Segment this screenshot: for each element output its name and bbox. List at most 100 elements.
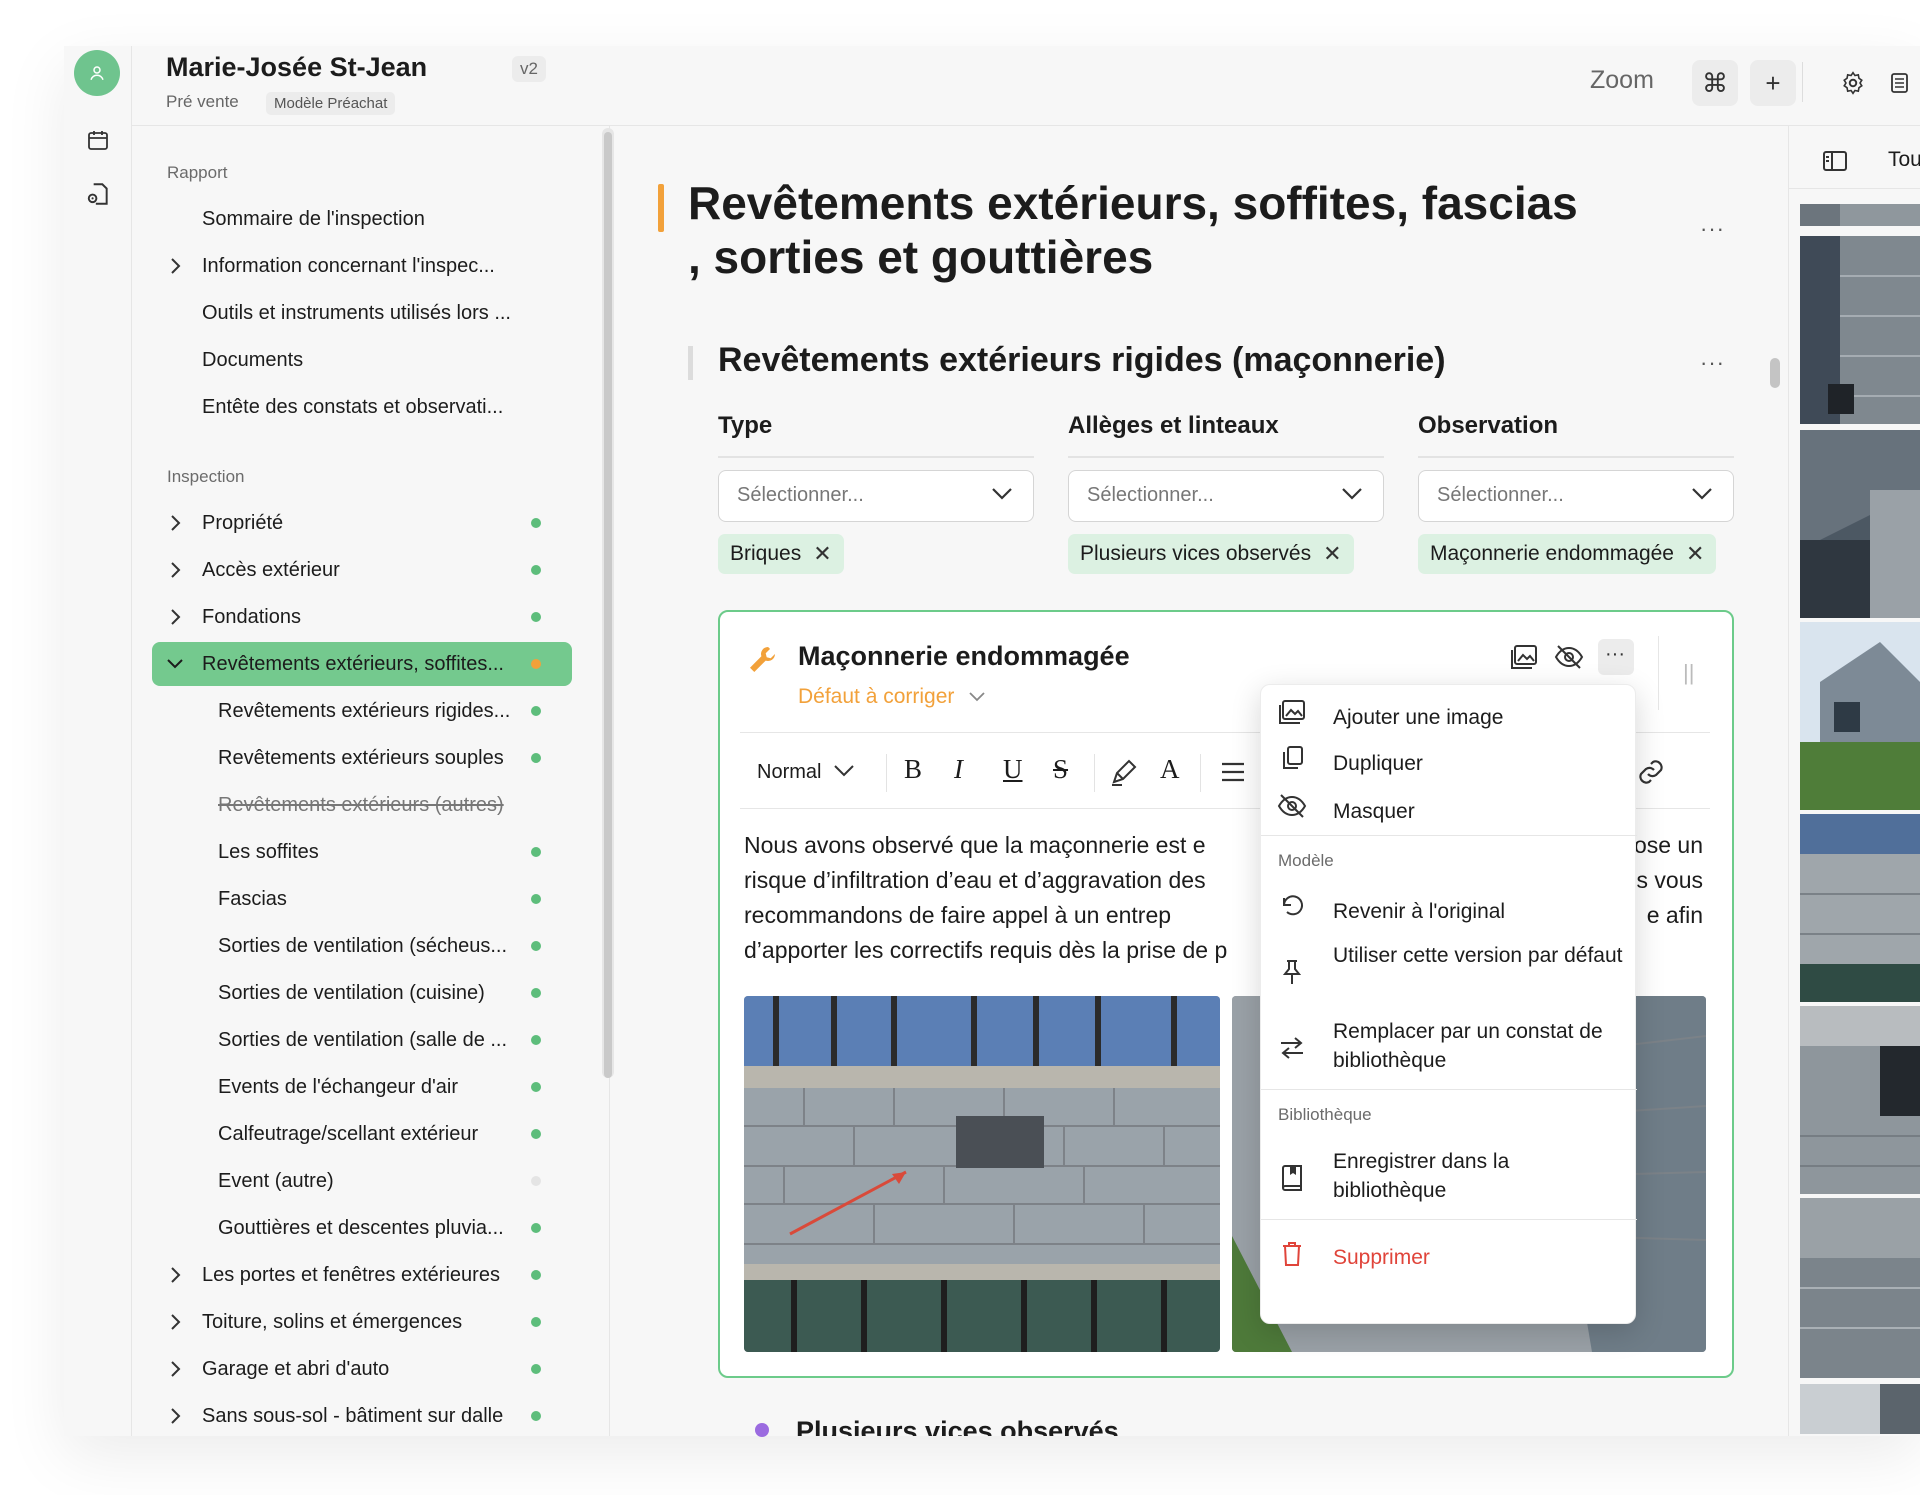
- panel-image-thumb[interactable]: [1800, 1006, 1920, 1194]
- card-more-button[interactable]: ···: [1598, 639, 1634, 675]
- nav-scrollbar-thumb[interactable]: [604, 132, 612, 1078]
- version-badge[interactable]: v2: [512, 56, 546, 82]
- next-finding-title[interactable]: Plusieurs vices observés: [796, 1416, 1119, 1436]
- user-icon: [90, 66, 104, 81]
- main-scrollbar-thumb[interactable]: [1770, 358, 1780, 388]
- drag-handle-icon[interactable]: ||: [1683, 660, 1694, 686]
- nav-item-acces-exterieur[interactable]: Accès extérieur: [152, 548, 572, 592]
- link-icon[interactable]: [1636, 758, 1666, 786]
- status-dot: [531, 988, 541, 998]
- status-dot: [531, 847, 541, 857]
- remove-chip-icon[interactable]: ✕: [1686, 541, 1704, 567]
- calendar-icon[interactable]: [84, 126, 112, 154]
- nav-item-soffites[interactable]: Les soffites: [152, 830, 572, 874]
- add-image-icon[interactable]: [1510, 644, 1538, 670]
- panel-image-thumb[interactable]: [1800, 1198, 1920, 1378]
- nav-item-portes-fenetres[interactable]: Les portes et fenêtres extérieures: [152, 1253, 572, 1297]
- user-avatar[interactable]: [74, 50, 120, 96]
- nav-item-label: Event (autre): [218, 1169, 334, 1192]
- nav-item-autres[interactable]: Revêtements extérieurs (autres): [152, 783, 572, 827]
- nav-item-event-autre[interactable]: Event (autre): [152, 1159, 572, 1203]
- align-icon[interactable]: [1220, 760, 1246, 784]
- highlighter-icon[interactable]: [1108, 758, 1138, 788]
- menu-item-hide[interactable]: Masquer: [1261, 791, 1637, 831]
- nav-item-documents[interactable]: Documents: [152, 338, 572, 382]
- menu-item-add-image[interactable]: Ajouter une image: [1261, 697, 1637, 737]
- chevron-right-icon[interactable]: [166, 514, 184, 532]
- finding-text-editor[interactable]: Nous avons observé que la maçonnerie est…: [744, 828, 1227, 968]
- subsection-more-button[interactable]: ···: [1700, 350, 1725, 376]
- section-more-button[interactable]: ···: [1700, 216, 1725, 242]
- nav-item-revetements-exterieurs[interactable]: Revêtements extérieurs, soffites...: [152, 642, 572, 686]
- field-underline: [1068, 456, 1384, 458]
- chevron-right-icon[interactable]: [166, 1313, 184, 1331]
- nav-item-information[interactable]: Information concernant l'inspec...: [152, 244, 572, 288]
- nav-item-ventilation-secheuse[interactable]: Sorties de ventilation (sécheus...: [152, 924, 572, 968]
- nav-item-label: Events de l'échangeur d'air: [218, 1075, 459, 1098]
- finding-status[interactable]: Défaut à corriger: [798, 685, 986, 709]
- menu-item-revert[interactable]: Revenir à l'original: [1261, 891, 1637, 931]
- alleges-select[interactable]: Sélectionner...: [1068, 470, 1384, 522]
- chevron-right-icon[interactable]: [166, 561, 184, 579]
- zoom-label[interactable]: Zoom: [1590, 66, 1654, 95]
- nav-item-outils[interactable]: Outils et instruments utilisés lors ...: [152, 291, 572, 335]
- panel-image-thumb[interactable]: [1800, 814, 1920, 1002]
- document-settings-icon[interactable]: [84, 180, 112, 208]
- nav-item-label: Propriété: [202, 511, 284, 534]
- finding-title[interactable]: Maçonnerie endommagée: [798, 641, 1130, 672]
- menu-item-save-library[interactable]: Enregistrer dans la bibliothèque: [1261, 1145, 1637, 1209]
- type-select[interactable]: Sélectionner...: [718, 470, 1034, 522]
- nav-item-label: Sorties de ventilation (salle de ...: [218, 1028, 508, 1051]
- chevron-right-icon[interactable]: [166, 1407, 184, 1425]
- nav-item-echangeur-air[interactable]: Events de l'échangeur d'air: [152, 1065, 572, 1109]
- menu-item-duplicate[interactable]: Dupliquer: [1261, 743, 1637, 783]
- add-button[interactable]: +: [1750, 60, 1796, 106]
- chevron-right-icon[interactable]: [166, 608, 184, 626]
- underline-button[interactable]: U: [1003, 754, 1023, 785]
- nav-item-entete[interactable]: Entête des constats et observati...: [152, 385, 572, 429]
- text-style-select[interactable]: Normal: [757, 761, 855, 784]
- chevron-down-icon: [992, 488, 1012, 500]
- nav-item-sommaire[interactable]: Sommaire de l'inspection: [152, 197, 572, 241]
- panel-toggle-icon[interactable]: [1822, 150, 1848, 172]
- chevron-right-icon[interactable]: [166, 1360, 184, 1378]
- panel-image-thumb[interactable]: [1800, 236, 1920, 424]
- hide-icon[interactable]: [1554, 644, 1584, 670]
- panel-image-thumb[interactable]: [1800, 430, 1920, 618]
- panel-image-thumb[interactable]: [1800, 1384, 1920, 1434]
- nav-item-fascias[interactable]: Fascias: [152, 877, 572, 921]
- panel-image-thumb[interactable]: [1800, 204, 1920, 226]
- nav-item-rigides[interactable]: Revêtements extérieurs rigides...: [152, 689, 572, 733]
- strikethrough-button[interactable]: S: [1053, 754, 1068, 785]
- panel-tab-all[interactable]: Tou: [1888, 148, 1920, 172]
- remove-chip-icon[interactable]: ✕: [813, 541, 831, 567]
- nav-item-label: Toiture, solins et émergences: [202, 1310, 463, 1333]
- remove-chip-icon[interactable]: ✕: [1323, 541, 1341, 567]
- nav-item-gouttieres[interactable]: Gouttières et descentes pluvia...: [152, 1206, 572, 1250]
- observation-select[interactable]: Sélectionner...: [1418, 470, 1734, 522]
- nav-item-ventilation-cuisine[interactable]: Sorties de ventilation (cuisine): [152, 971, 572, 1015]
- chevron-down-icon[interactable]: [166, 655, 184, 673]
- nav-item-ventilation-salle-de-bain[interactable]: Sorties de ventilation (salle de ...: [152, 1018, 572, 1062]
- nav-item-souples[interactable]: Revêtements extérieurs souples: [152, 736, 572, 780]
- stage-label: Pré vente: [166, 92, 239, 111]
- font-color-button[interactable]: A: [1160, 754, 1180, 785]
- chevron-right-icon[interactable]: [166, 257, 184, 275]
- settings-button[interactable]: [1830, 60, 1876, 106]
- command-button[interactable]: ⌘: [1692, 60, 1738, 106]
- nav-item-sans-sous-sol[interactable]: Sans sous-sol - bâtiment sur dalle: [152, 1394, 572, 1438]
- italic-button[interactable]: I: [954, 754, 963, 785]
- nav-item-toiture[interactable]: Toiture, solins et émergences: [152, 1300, 572, 1344]
- nav-item-fondations[interactable]: Fondations: [152, 595, 572, 639]
- nav-item-propriete[interactable]: Propriété: [152, 501, 572, 545]
- chevron-right-icon[interactable]: [166, 1266, 184, 1284]
- menu-item-delete[interactable]: Supprimer: [1261, 1233, 1637, 1277]
- finding-photo-1[interactable]: [744, 996, 1220, 1352]
- menu-item-set-default[interactable]: Utiliser cette version par défaut: [1261, 939, 1637, 1003]
- bold-button[interactable]: B: [904, 754, 922, 785]
- panel-image-thumb[interactable]: [1800, 622, 1920, 810]
- report-button[interactable]: [1876, 60, 1920, 106]
- menu-item-replace[interactable]: Remplacer par un constat de bibliothèque: [1261, 1015, 1637, 1079]
- nav-item-garage[interactable]: Garage et abri d'auto: [152, 1347, 572, 1391]
- nav-item-calfeutrage[interactable]: Calfeutrage/scellant extérieur: [152, 1112, 572, 1156]
